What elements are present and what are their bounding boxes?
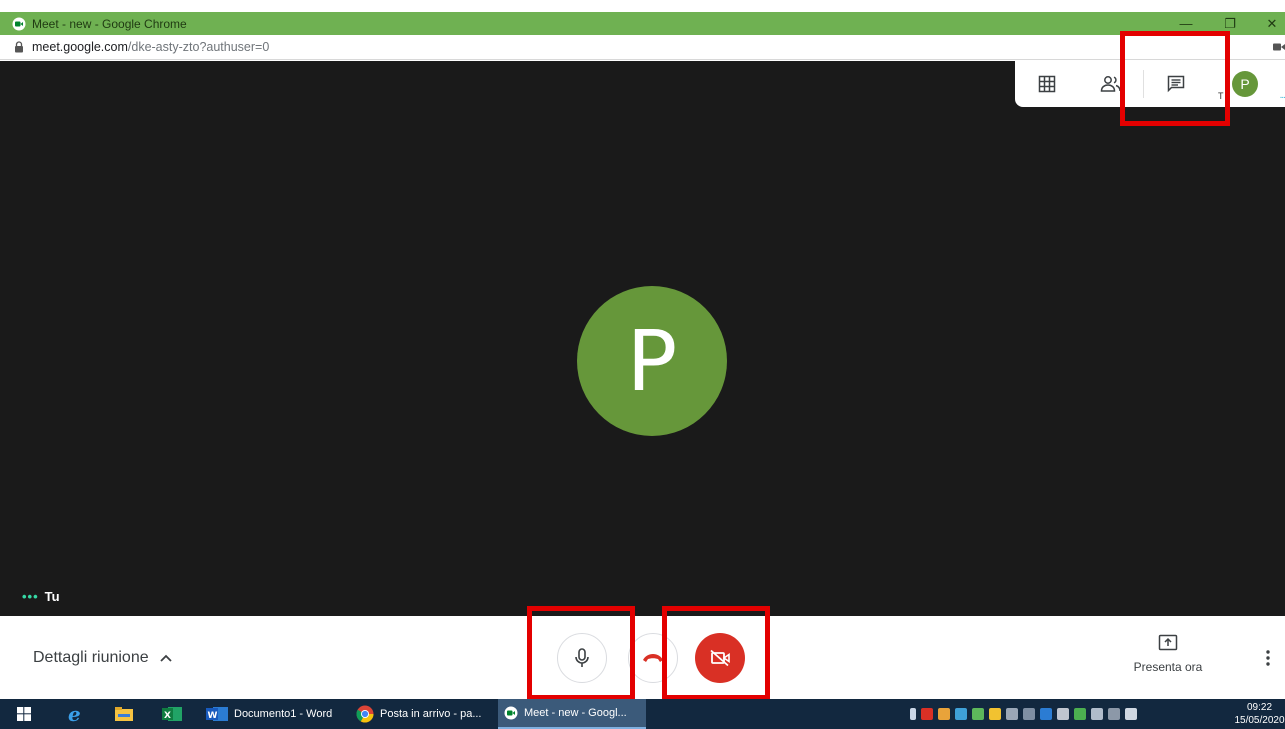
chrome-icon [356,705,374,723]
taskbar-file-explorer[interactable] [112,699,136,729]
meet-app-icon [504,706,518,720]
network-icon[interactable] [1091,708,1103,720]
system-tray [910,699,1137,729]
windows-taskbar: e X W Documento1 - Word Posta in arrivo … [0,699,1285,729]
grid-layout-icon [1038,75,1056,93]
kebab-menu-icon [1266,650,1270,666]
system-clock[interactable]: 09:22 15/05/2020 [1234,701,1285,727]
grid-layout-button[interactable] [1015,61,1079,107]
microphone-tray-icon[interactable] [910,708,916,720]
highlight-mic-box [527,606,635,700]
taskbar-mail-label: Posta in arrivo - pa... [380,708,482,720]
taskbar-meet-label: Meet - new - Googl... [524,707,627,719]
highlight-chat-box [1120,31,1230,126]
taskbar-chrome-mail[interactable]: Posta in arrivo - pa... [350,699,490,729]
address-bar[interactable]: meet.google.com/dke-asty-zto?authuser=0 [0,35,1285,60]
participant-avatar: P [577,286,727,436]
tray-app-icon-7[interactable] [1023,708,1035,720]
url-path: /dke-asty-zto?authuser=0 [127,40,270,54]
taskbar-meet[interactable]: Meet - new - Googl... [498,699,646,729]
more-indicator: ... [1279,90,1285,101]
start-button[interactable] [10,699,38,729]
self-tile-label: ••• Tu [22,589,60,604]
taskbar-excel[interactable]: X [160,699,184,729]
clock-date: 15/05/2020 [1234,715,1285,726]
present-now-label: Presenta ora [1133,660,1203,674]
camera-in-use-icon[interactable] [1273,42,1285,52]
highlight-camera-box [662,606,770,700]
svg-text:e: e [68,704,81,724]
tray-app-icon-4[interactable] [972,708,984,720]
windows-logo-icon [17,707,31,721]
meet-favicon-icon [12,17,26,30]
people-icon [1100,76,1121,92]
volume-icon[interactable] [1125,708,1137,720]
tray-app-icon-5[interactable] [989,708,1001,720]
window-title: Meet - new - Google Chrome [32,16,187,31]
self-name: Tu [44,589,60,604]
clock-time: 09:22 [1246,702,1273,713]
video-stage: P ••• Tu T P ... [0,61,1285,616]
close-button[interactable]: ✕ [1252,12,1285,35]
account-avatar[interactable]: P [1232,71,1258,97]
wifi-icon[interactable] [1108,708,1120,720]
present-now-button[interactable]: Presenta ora [1124,634,1212,674]
tray-app-icon-10[interactable] [1074,708,1086,720]
folder-icon [115,707,133,721]
audio-indicator-icon: ••• [22,589,39,604]
tray-app-icon-2[interactable] [938,708,950,720]
taskbar-ie[interactable]: e [64,699,88,729]
chrome-title-bar: Meet - new - Google Chrome — ❐ ✕ [0,12,1285,35]
screen-top-strip [0,0,1285,12]
meeting-details-label: Dettagli riunione [33,649,149,666]
svg-text:X: X [164,711,171,721]
taskbar-word-label: Documento1 - Word [234,708,333,720]
word-icon: W [206,707,228,721]
url-host: meet.google.com [32,40,128,54]
internet-explorer-icon: e [68,704,81,724]
meeting-details-button[interactable]: Dettagli riunione [33,649,173,667]
tray-app-icon-9[interactable] [1057,708,1069,720]
meeting-controls-bar: Dettagli riunione Presenta ora [0,616,1285,699]
lock-icon [15,41,23,53]
excel-icon: X [162,707,182,721]
tray-app-icon-1[interactable] [921,708,933,720]
present-screen-icon [1158,634,1178,651]
tray-app-icon-8[interactable] [1040,708,1052,720]
tray-app-icon-3[interactable] [955,708,967,720]
chevron-up-icon [159,654,172,662]
more-options-button[interactable] [1258,646,1278,670]
tray-app-icon-6[interactable] [1006,708,1018,720]
taskbar-word[interactable]: W Documento1 - Word [200,699,340,729]
svg-text:W: W [208,711,218,721]
